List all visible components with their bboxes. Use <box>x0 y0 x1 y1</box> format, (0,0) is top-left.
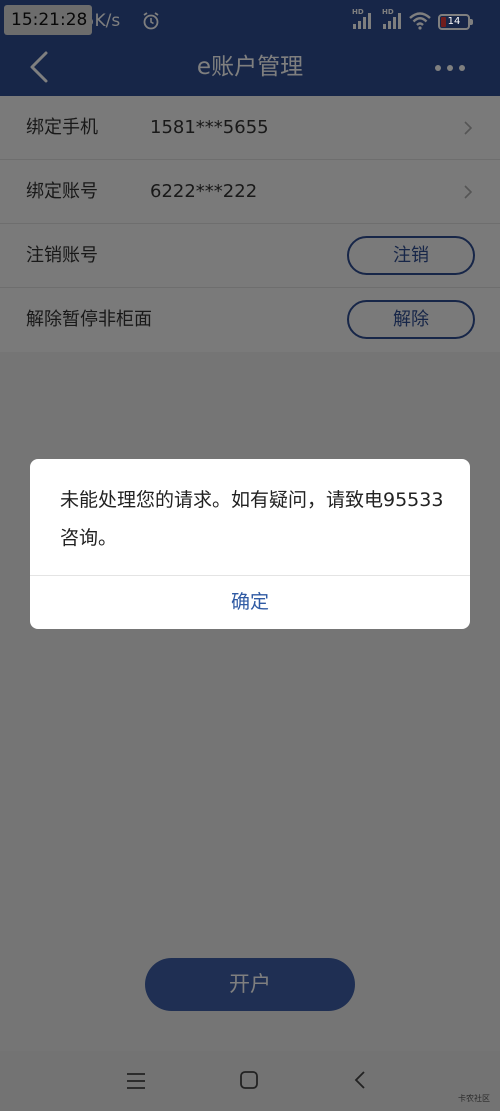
alert-dialog: 未能处理您的请求。如有疑问，请致电95533咨询。 确定 <box>30 459 470 629</box>
confirm-button[interactable]: 确定 <box>30 576 470 629</box>
battery-percent: 14 <box>447 16 461 27</box>
modal-overlay: 未能处理您的请求。如有疑问，请致电95533咨询。 确定 <box>0 0 500 1111</box>
dialog-message: 未能处理您的请求。如有疑问，请致电95533咨询。 <box>60 489 444 549</box>
